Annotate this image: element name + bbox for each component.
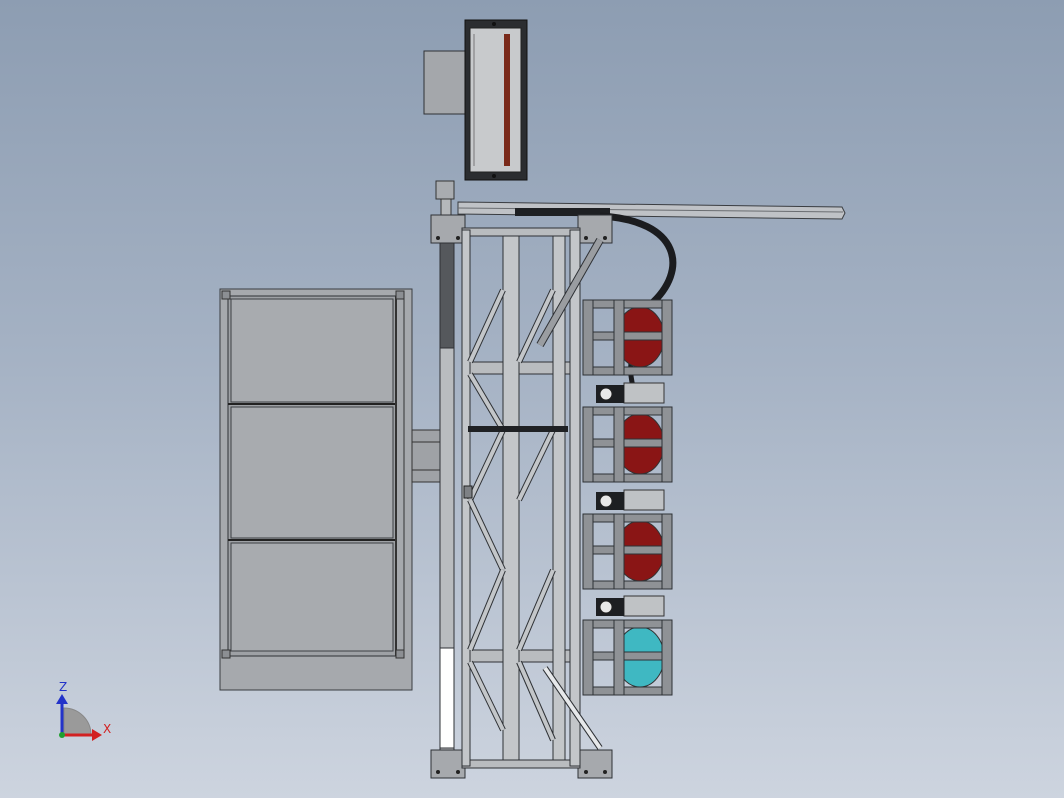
tank-cages[interactable] bbox=[582, 299, 673, 696]
horizontal-boom[interactable] bbox=[457, 201, 846, 220]
cross-rod bbox=[468, 426, 568, 432]
mast-pole-white-segment bbox=[439, 647, 455, 749]
graphics-viewport[interactable]: Z X bbox=[0, 0, 1064, 798]
side-panel-section-2 bbox=[230, 406, 394, 539]
motor-unit bbox=[596, 489, 665, 511]
side-panel[interactable] bbox=[219, 288, 441, 691]
cad-model-view[interactable]: Z X bbox=[0, 0, 1064, 798]
panel-bracket bbox=[411, 429, 441, 483]
mast-pole-dark-segment bbox=[439, 239, 455, 349]
top-post-cap bbox=[435, 180, 455, 200]
top-right-plate bbox=[577, 214, 613, 244]
x-axis-label: X bbox=[103, 722, 111, 736]
top-enclosure[interactable] bbox=[423, 19, 528, 216]
motor-unit bbox=[596, 382, 665, 404]
mast-pole[interactable] bbox=[439, 239, 455, 751]
bottom-left-plate bbox=[430, 749, 466, 779]
tank-cage[interactable] bbox=[582, 595, 673, 696]
tank-cage[interactable] bbox=[582, 382, 673, 483]
screw-icon bbox=[492, 174, 496, 178]
side-panel-section-1 bbox=[230, 298, 394, 403]
coordinate-triad: Z X bbox=[56, 680, 111, 741]
motor-unit bbox=[596, 595, 665, 617]
top-enclosure-strip bbox=[504, 34, 510, 166]
side-panel-section-3 bbox=[230, 542, 394, 652]
bottom-right-plate bbox=[577, 749, 613, 779]
tank-cage[interactable] bbox=[582, 489, 673, 590]
tank-cage[interactable] bbox=[582, 299, 673, 376]
top-enclosure-window bbox=[469, 27, 522, 173]
top-left-plate bbox=[430, 214, 466, 244]
z-axis-label: Z bbox=[59, 680, 67, 694]
triad-quadrant bbox=[63, 707, 92, 736]
screw-icon bbox=[492, 22, 496, 26]
y-axis-dot bbox=[59, 732, 65, 738]
top-enclosure-side-plate bbox=[423, 50, 466, 115]
